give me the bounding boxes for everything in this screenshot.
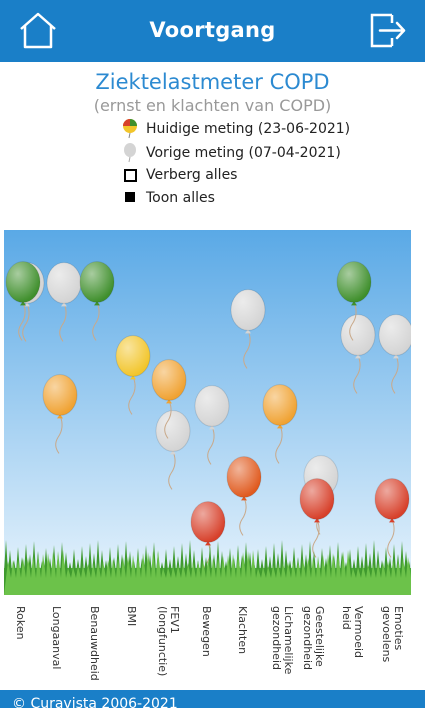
category-label: BMI xyxy=(125,606,138,627)
multicolor-balloon-icon xyxy=(123,119,137,139)
copyright-text: © Curavista 2006-2021 xyxy=(12,696,178,712)
category-label: Emoties gevoelens xyxy=(380,606,405,663)
show-all-label: Toon alles xyxy=(146,190,215,206)
filled-square-icon xyxy=(120,188,142,208)
category-label: Lichamelijke gezondheid xyxy=(270,606,295,675)
legend-previous-label: Vorige meting (07-04-2021) xyxy=(146,145,341,161)
legend-current-label: Huidige meting (23-06-2021) xyxy=(146,121,351,137)
empty-square-icon xyxy=(120,165,142,185)
category-label: FEV1 (longfunctie) xyxy=(156,606,181,677)
show-all-toggle[interactable]: Toon alles xyxy=(120,188,215,208)
category-label: Klachten xyxy=(236,606,249,655)
page-title: Voortgang xyxy=(149,18,276,42)
legend-previous[interactable]: Vorige meting (07-04-2021) xyxy=(120,143,341,163)
legend-current[interactable]: Huidige meting (23-06-2021) xyxy=(120,119,350,139)
grey-balloon-icon xyxy=(124,143,136,163)
category-label: Benauwdheid xyxy=(88,606,101,681)
top-bar: Voortgang xyxy=(0,0,425,62)
chart-title: Ziektelastmeter COPD xyxy=(95,70,330,94)
hide-all-label: Verberg alles xyxy=(146,167,238,183)
category-label: Geestelijke gezondheid xyxy=(301,606,326,670)
chart-subtitle: (ernst en klachten van COPD) xyxy=(93,96,332,115)
category-label: Longaanval xyxy=(50,606,63,670)
category-label: Vermoeid heid xyxy=(340,606,365,659)
balloon-chart xyxy=(4,230,411,595)
category-label: Roken xyxy=(14,606,27,640)
hide-all-toggle[interactable]: Verberg alles xyxy=(120,165,237,185)
logout-icon[interactable] xyxy=(366,10,410,50)
footer: © Curavista 2006-2021 xyxy=(0,690,425,712)
category-label: Bewegen xyxy=(200,606,213,657)
